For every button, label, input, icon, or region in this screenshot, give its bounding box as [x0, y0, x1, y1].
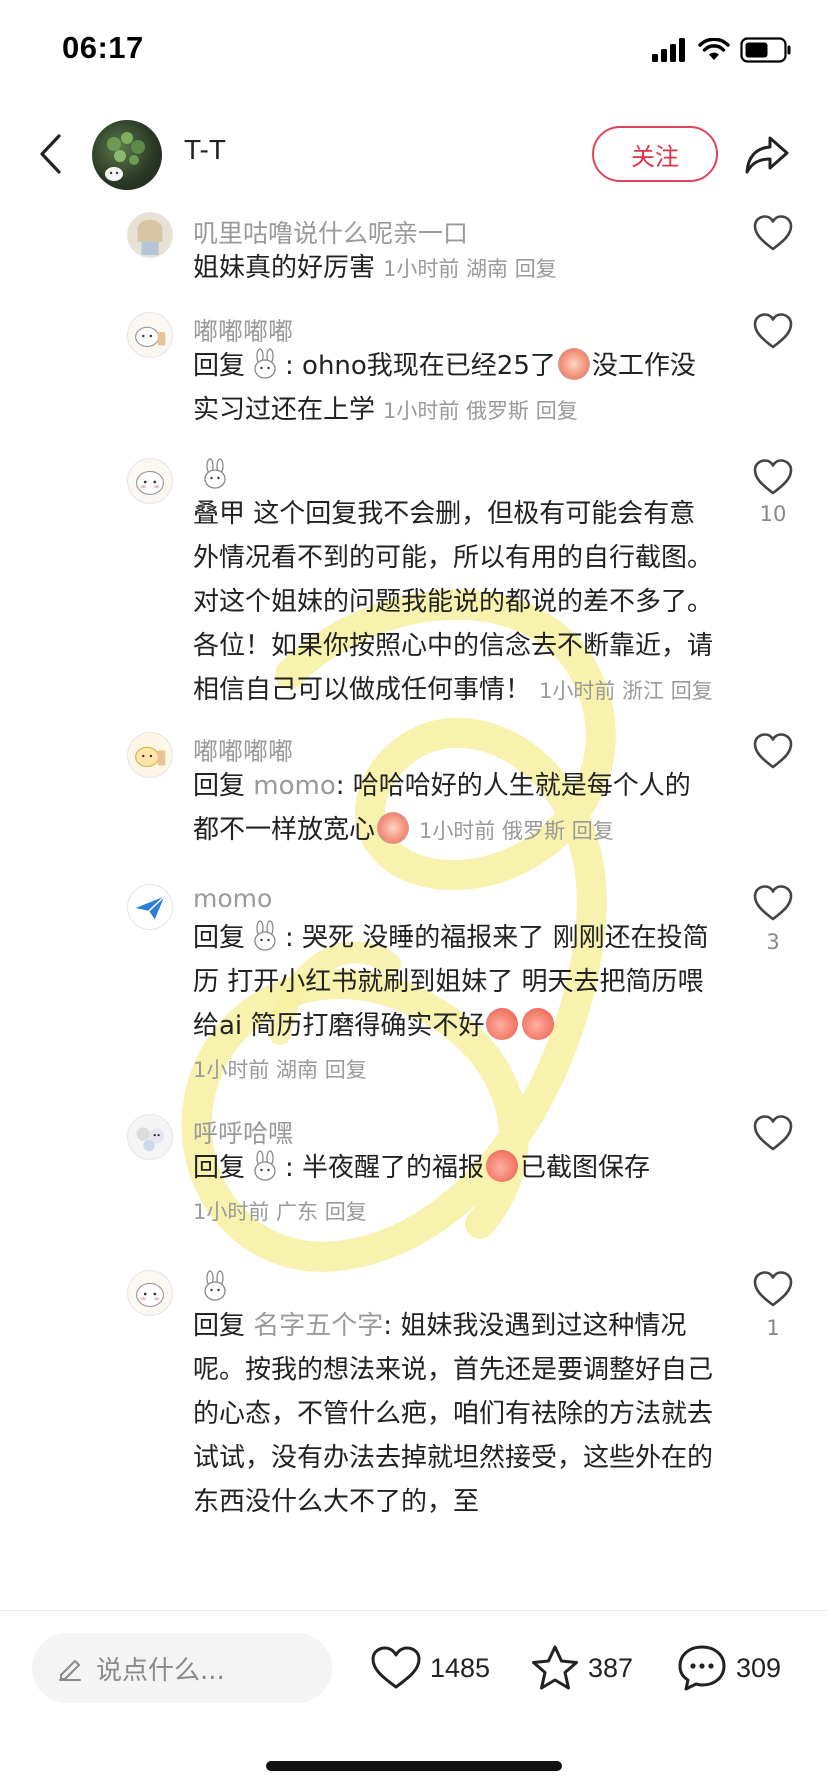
share-icon — [745, 136, 789, 174]
comment-text[interactable]: 回复: 半夜醒了的福报 已截图保存 1小时前 广东 回复 — [193, 1146, 713, 1234]
wifi-icon — [698, 38, 730, 60]
commenter-avatar[interactable] — [127, 312, 173, 358]
commenter-avatar[interactable] — [127, 212, 173, 258]
star-icon — [532, 1645, 578, 1690]
bunny-avatar-icon[interactable] — [199, 1270, 231, 1302]
peach-emoji-icon — [486, 1150, 519, 1182]
comment-text[interactable]: 回复: ohno我现在已经25了 没工作没实习过还在上学 1小时前 俄罗斯 回复 — [193, 344, 713, 433]
share-button[interactable] — [740, 128, 794, 182]
avatar-image — [105, 132, 145, 181]
commenter-avatar[interactable] — [127, 1114, 173, 1160]
heart-icon[interactable] — [752, 458, 794, 496]
comment-text[interactable]: 叠甲 这个回复我不会删，但极有可能会有意外情况看不到的可能，所以有用的自行截图。… — [193, 492, 713, 713]
collect-total: 387 — [588, 1652, 634, 1683]
heart-icon[interactable] — [752, 884, 794, 922]
heart-icon[interactable] — [752, 1114, 794, 1152]
crying-emoji-icon — [557, 348, 590, 380]
comment-input-placeholder: 说点什么... — [96, 1655, 225, 1686]
bunny-avatar-icon — [254, 1150, 276, 1181]
commenter-name[interactable]: 呼呼哈嘿 — [193, 1114, 293, 1150]
peach-emoji-icon — [522, 1008, 555, 1040]
comment-total: 309 — [736, 1652, 782, 1683]
commenter-name[interactable]: 叽里咕噜说什么呢亲一口 — [193, 214, 468, 250]
comment-meta: 1小时前 湖南 回复 — [193, 1058, 367, 1082]
author-avatar[interactable] — [92, 120, 162, 190]
note-header: T-T 关注 — [0, 104, 828, 204]
comment-text[interactable]: 姐妹真的好厉害 1小时前 湖南 回复 — [193, 246, 713, 291]
comment-text[interactable]: 回复: 哭死 没睡的福报来了 刚刚还在投简历 打开小红书就刷到姐妹了 明天去把简… — [193, 916, 713, 1092]
heart-icon[interactable] — [752, 732, 794, 770]
back-icon — [40, 134, 61, 174]
heart-icon[interactable] — [752, 214, 794, 252]
commenter-avatar[interactable] — [127, 1270, 173, 1316]
collect-button[interactable]: 387 — [530, 1641, 633, 1695]
comment-list: 叽里咕噜说什么呢亲一口 姐妹真的好厉害 1小时前 湖南 回复 嘟嘟嘟嘟 回复: o… — [0, 204, 828, 1610]
commenter-avatar[interactable] — [127, 732, 173, 778]
commenter-name[interactable]: momo — [193, 884, 272, 913]
status-time: 06:17 — [62, 30, 144, 65]
reply-target[interactable]: momo — [253, 771, 335, 801]
signal-icon — [652, 38, 685, 62]
bunny-avatar-icon — [254, 348, 276, 379]
crying-emoji-icon — [377, 812, 410, 844]
like-count: 10 — [759, 502, 787, 526]
commenter-name[interactable]: 嘟嘟嘟嘟 — [193, 312, 293, 348]
chat-icon — [678, 1645, 726, 1691]
comment-meta: 1小时前 广东 回复 — [193, 1200, 367, 1224]
like-count: 1 — [766, 1316, 780, 1340]
commenter-avatar[interactable] — [127, 458, 173, 504]
like-button[interactable]: 1485 — [370, 1641, 490, 1695]
battery-icon — [740, 37, 791, 63]
status-icons — [652, 36, 792, 64]
status-bar: 06:17 — [0, 0, 828, 100]
heart-icon — [371, 1646, 421, 1689]
heart-icon[interactable] — [752, 1270, 794, 1308]
comment-input[interactable]: 说点什么... — [32, 1633, 332, 1703]
comment-text[interactable]: 回复 momo: 哈哈哈好的人生就是每个人的都不一样放宽心 1小时前 俄罗斯 回复 — [193, 764, 713, 853]
like-count: 3 — [766, 930, 780, 954]
peach-emoji-icon — [486, 1008, 519, 1040]
commenter-name[interactable]: 嘟嘟嘟嘟 — [193, 732, 293, 768]
comment-button[interactable]: 309 — [676, 1641, 781, 1695]
bunny-avatar-icon[interactable] — [199, 458, 231, 490]
comment-meta: 1小时前 俄罗斯 回复 — [419, 819, 614, 843]
pencil-icon — [59, 1660, 81, 1681]
comment-meta: 1小时前 俄罗斯 回复 — [383, 399, 578, 423]
commenter-avatar[interactable] — [127, 884, 173, 930]
bottom-action-bar: 说点什么... 1485 387 309 — [0, 1610, 828, 1792]
heart-icon[interactable] — [752, 312, 794, 350]
bunny-avatar-icon — [254, 920, 276, 951]
home-indicator[interactable] — [266, 1761, 562, 1771]
comment-meta: 1小时前 浙江 回复 — [539, 679, 713, 703]
follow-button[interactable]: 关注 — [592, 126, 718, 182]
comment-text[interactable]: 回复 名字五个字: 姐妹我没遇到过这种情况呢。按我的想法来说，首先还是要调整好自… — [193, 1304, 713, 1524]
back-button[interactable] — [30, 126, 70, 182]
comment-meta: 1小时前 湖南 回复 — [383, 257, 557, 281]
author-name[interactable]: T-T — [184, 134, 226, 166]
like-total: 1485 — [430, 1652, 491, 1683]
reply-target[interactable]: 名字五个字 — [253, 1311, 383, 1341]
